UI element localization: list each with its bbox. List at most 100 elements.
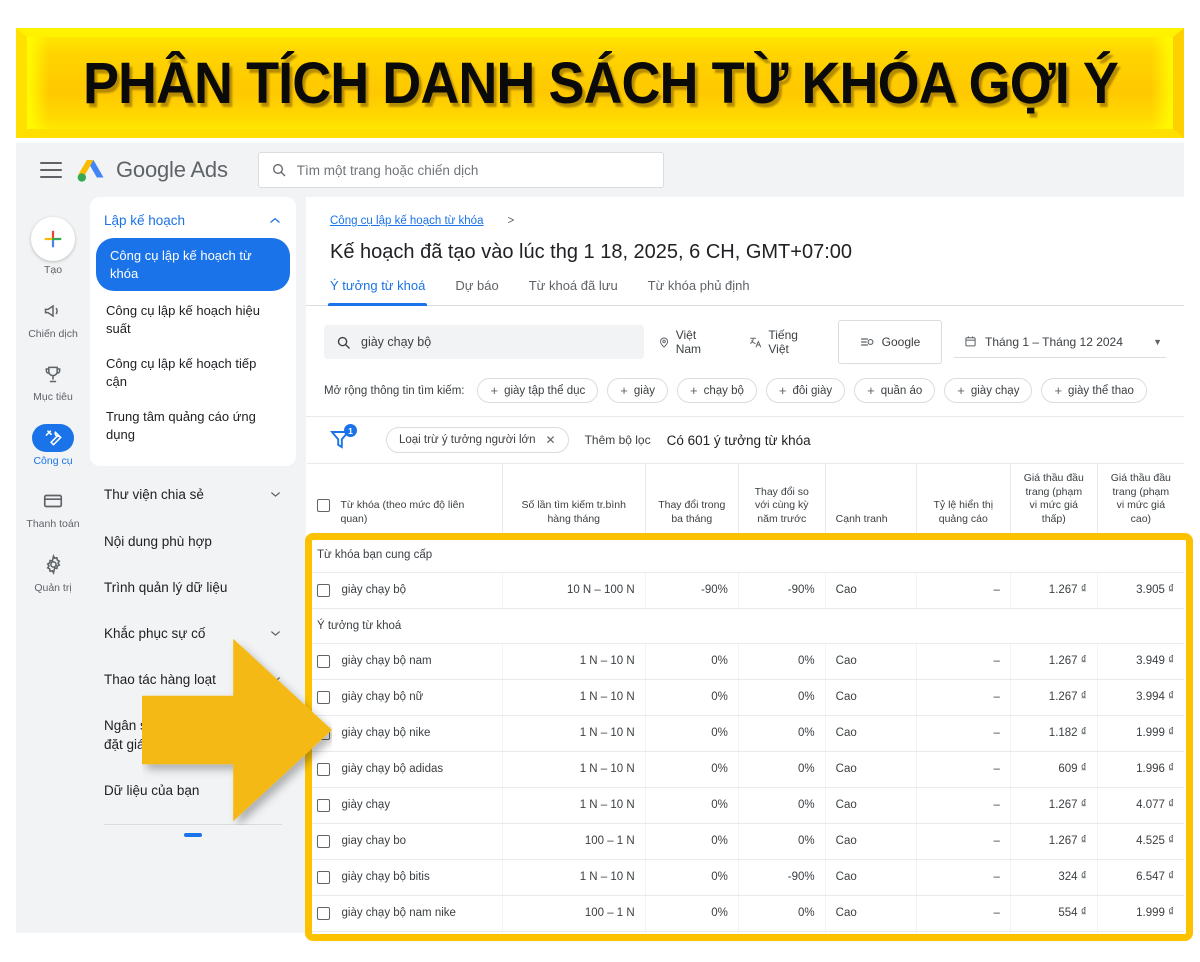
th-yoy-change[interactable]: Thay đổi so với cùng kỳ năm trước	[737, 463, 826, 538]
cell-yoy-change: -90%	[737, 859, 826, 896]
table-row[interactable]: giày chạy bộ nam nike 100 – 1 N 0% 0% Ca…	[306, 895, 1184, 932]
plus-icon: +	[689, 383, 698, 398]
table-row[interactable]: giay chay bo 100 – 1 N 0% 0% Cao – 1.267…	[306, 823, 1184, 860]
active-filter-chip[interactable]: Loại trừ ý tưởng người lớn ✕	[386, 427, 569, 453]
global-search-input[interactable]: Tìm một trang hoặc chiến dịch	[257, 152, 664, 188]
sidebar-item-chien-dich[interactable]: Chiến dịch	[18, 289, 88, 349]
group-row-ideas: Ý tưởng từ khoá	[306, 608, 1184, 644]
tools-icon	[32, 423, 74, 452]
cell-yoy-change: 0%	[737, 715, 826, 752]
expand-chip-4[interactable]: + quần áo	[854, 378, 936, 403]
table-row[interactable]: giày chạy bộ nam 1 N – 10 N 0% 0% Cao – …	[306, 643, 1184, 680]
card-icon	[32, 487, 74, 515]
brand-text: Google Ads	[116, 157, 228, 183]
icon-rail: Tạo Chiến dịch Mục tiêu Công cụ Thanh to…	[16, 197, 90, 933]
table-row[interactable]: giày chạy bộ adidas 1 N – 10 N 0% 0% Cao…	[306, 751, 1184, 788]
plus-icon: +	[778, 383, 787, 398]
language-selector[interactable]: Tiếng Việt	[735, 328, 832, 356]
cell-keyword[interactable]: giày chạy	[306, 787, 503, 824]
cell-keyword[interactable]: giày chạy bộ nam nike	[306, 895, 503, 932]
nav-item-keyword-planner[interactable]: Công cụ lập kế hoạch từ khóa	[96, 238, 290, 292]
cell-keyword[interactable]: giày chạy bộ nữ	[306, 679, 503, 716]
nav-section-header[interactable]: Lập kế hoạch	[90, 207, 296, 238]
sidebar-item-quan-tri[interactable]: Quản trị	[18, 543, 88, 603]
row-checkbox[interactable]	[316, 834, 330, 848]
th-top-bid-high[interactable]: Giá thầu đầu trang (phạm vi mức giá cao)	[1096, 463, 1184, 538]
row-checkbox[interactable]	[316, 583, 330, 597]
sidebar-label-cong-cu: Công cụ	[33, 454, 73, 467]
table-row[interactable]: giày chạy bộ nữ 1 N – 10 N 0% 0% Cao – 1…	[306, 679, 1184, 716]
language-label: Tiếng Việt	[768, 328, 798, 356]
expand-chip-1[interactable]: + giày	[607, 378, 668, 403]
expand-chip-3[interactable]: + đôi giày	[765, 378, 846, 403]
sidebar-item-muc-tieu[interactable]: Mục tiêu	[18, 352, 88, 412]
nav-item-data-manager[interactable]: Trình quản lý dữ liệu	[90, 565, 296, 611]
tab-saved-keywords[interactable]: Từ khoá đã lưu	[529, 278, 618, 305]
cell-three-month-change: 0%	[644, 643, 739, 680]
network-selector-button[interactable]: Google	[838, 320, 942, 364]
sidebar-item-thanh-toan[interactable]: Thanh toán	[18, 479, 88, 539]
select-all-checkbox[interactable]	[316, 499, 330, 513]
filter-button[interactable]: 1	[328, 424, 357, 453]
th-ad-impression-share[interactable]: Tỷ lệ hiển thị quảng cáo	[915, 463, 1011, 538]
row-checkbox[interactable]	[316, 906, 330, 920]
table-row[interactable]: giày chạy bộ asics 1 N – 10 N -90% -90% …	[306, 931, 1184, 933]
cell-keyword[interactable]: giay chay bo	[306, 823, 503, 860]
th-keyword[interactable]: Từ khóa (theo mức độ liên quan)	[306, 463, 503, 538]
location-selector[interactable]: Việt Nam	[644, 328, 736, 356]
breadcrumb[interactable]: Công cụ lập kế hoạch từ khóa	[306, 215, 507, 227]
cell-competition: Cao	[824, 931, 917, 933]
add-filter-button[interactable]: Thêm bộ lọc	[585, 433, 651, 447]
sidebar-label-chien-dich: Chiến dịch	[28, 327, 78, 340]
cell-ad-impression-share: –	[915, 895, 1011, 932]
table-row[interactable]: giày chạy bộ 10 N – 100 N -90% -90% Cao …	[306, 572, 1184, 609]
cell-yoy-change: 0%	[737, 823, 826, 860]
expand-chip-5[interactable]: + giày chạy	[944, 378, 1033, 403]
table-row[interactable]: giày chạy 1 N – 10 N 0% 0% Cao – 1.267 ₫…	[306, 787, 1184, 824]
cell-top-bid-low: 1.182 ₫	[1009, 715, 1098, 752]
expand-chip-label-5: giày chạy	[970, 384, 1020, 397]
row-checkbox[interactable]	[316, 870, 330, 884]
tab-keyword-ideas[interactable]: Ý tưởng từ khoá	[327, 278, 428, 306]
date-range-label: Tháng 1 – Tháng 12 2024	[985, 334, 1123, 349]
table-row[interactable]: giày chạy bộ bitis 1 N – 10 N 0% -90% Ca…	[306, 859, 1184, 896]
cell-keyword[interactable]: giày chạy bộ asics	[306, 931, 503, 933]
keyword-search-value: giày chạy bộ	[361, 335, 432, 349]
expand-chip-6[interactable]: + giày thể thao	[1041, 378, 1147, 403]
cell-keyword[interactable]: giày chạy bộ	[306, 572, 503, 609]
hamburger-icon[interactable]	[40, 162, 62, 178]
plus-icon: +	[1054, 383, 1063, 398]
table-body: Từ khóa bạn cung cấp giày chạy bộ 10 N –…	[306, 537, 1184, 933]
create-button[interactable]: Tạo	[18, 209, 88, 285]
cell-keyword[interactable]: giày chạy bộ bitis	[306, 859, 503, 896]
chevron-down-icon	[271, 492, 280, 498]
plus-icon: +	[490, 383, 499, 398]
nav-item-app-ads-hub[interactable]: Trung tâm quảng cáo ứng dụng	[90, 399, 296, 452]
cell-yoy-change: 0%	[737, 643, 826, 680]
th-competition[interactable]: Cạnh tranh	[824, 463, 917, 538]
cell-yoy-change: 0%	[737, 787, 826, 824]
cell-keyword[interactable]: giày chạy bộ adidas	[306, 751, 503, 788]
keyword-search-input[interactable]: giày chạy bộ	[324, 325, 644, 359]
nav-item-performance-planner[interactable]: Công cụ lập kế hoạch hiệu suất	[90, 293, 296, 346]
nav-item-reach-planner[interactable]: Công cụ lập kế hoạch tiếp cận	[90, 346, 296, 399]
cell-competition: Cao	[824, 715, 917, 752]
sidebar-item-cong-cu[interactable]: Công cụ	[18, 416, 88, 476]
nav-item-content-suitability[interactable]: Nội dung phù hợp	[90, 519, 296, 565]
tab-forecast[interactable]: Dự báo	[455, 278, 498, 305]
th-avg-searches[interactable]: Số lần tìm kiếm tr.bình hàng tháng	[501, 463, 646, 538]
plus-icon: +	[867, 383, 875, 398]
date-range-selector[interactable]: Tháng 1 – Tháng 12 2024 ▼	[954, 327, 1166, 358]
cell-keyword[interactable]: giày chạy bộ nam	[306, 643, 503, 680]
expand-chip-0[interactable]: + giày tập thể dục	[477, 378, 599, 403]
close-icon[interactable]: ✕	[546, 433, 556, 447]
google-ads-logo[interactable]: Google Ads	[76, 157, 228, 183]
expand-chip-label-1: giày	[633, 384, 655, 397]
cell-keyword[interactable]: giày chạy bộ nike	[306, 715, 503, 752]
th-three-month-change[interactable]: Thay đổi trong ba tháng	[644, 463, 739, 538]
th-top-bid-low[interactable]: Giá thầu đầu trang (phạm vi mức giá thấp…	[1009, 463, 1098, 538]
expand-chip-2[interactable]: + chạy bộ	[676, 378, 757, 403]
tab-negative-keywords[interactable]: Từ khóa phủ định	[648, 278, 750, 305]
nav-item-shared-library[interactable]: Thư viện chia sẻ	[90, 472, 296, 518]
table-row[interactable]: giày chạy bộ nike 1 N – 10 N 0% 0% Cao –…	[306, 715, 1184, 752]
